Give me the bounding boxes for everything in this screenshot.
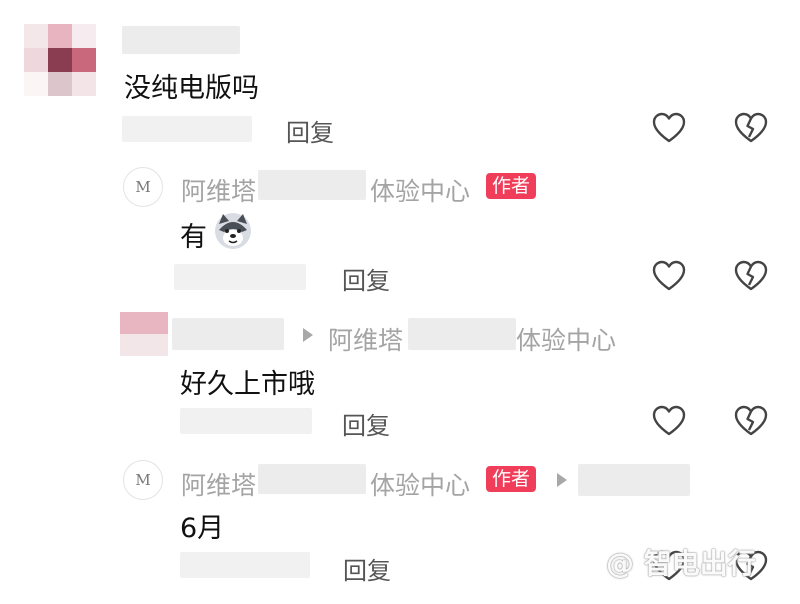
avatr-logo-glyph: M	[135, 178, 151, 196]
reply-to-suffix[interactable]: 体验中心	[516, 321, 616, 357]
reply-to-redacted[interactable]	[408, 318, 516, 350]
husky-dog-emoji	[214, 212, 252, 250]
broken-heart-icon[interactable]	[733, 403, 769, 439]
avatar[interactable]	[24, 24, 96, 96]
heart-outline-icon[interactable]	[651, 110, 687, 146]
heart-outline-icon[interactable]	[651, 258, 687, 294]
username-redacted[interactable]	[172, 318, 284, 350]
username-prefix[interactable]: 阿维塔	[181, 466, 256, 502]
reply-button[interactable]: 回复	[342, 261, 390, 296]
triangle-right-icon	[303, 328, 313, 342]
author-badge: 作者	[486, 466, 537, 492]
avatar[interactable]	[120, 312, 168, 356]
timestamp-redacted	[180, 552, 310, 578]
timestamp-redacted	[180, 408, 312, 434]
triangle-right-icon	[557, 473, 567, 487]
avatr-logo-glyph: M	[135, 471, 151, 489]
broken-heart-icon[interactable]	[733, 258, 769, 294]
username-redacted[interactable]	[122, 26, 240, 54]
comment-text: 好久上市哦	[180, 369, 315, 400]
reply-button[interactable]: 回复	[343, 551, 391, 586]
comment-text: 6月	[180, 513, 225, 544]
username-redacted[interactable]	[258, 170, 366, 200]
reply-button[interactable]: 回复	[286, 113, 334, 148]
author-badge: 作者	[486, 173, 537, 199]
reply-to-prefix[interactable]: 阿维塔	[328, 321, 403, 357]
username-suffix[interactable]: 体验中心	[370, 172, 470, 208]
heart-outline-icon[interactable]	[651, 403, 687, 439]
username-suffix[interactable]: 体验中心	[370, 466, 470, 502]
comment-text: 没纯电版吗	[124, 73, 259, 104]
reply-to-redacted[interactable]	[578, 464, 690, 496]
watermark: @ 智电出行	[606, 547, 756, 580]
username-redacted[interactable]	[258, 464, 366, 494]
reply-button[interactable]: 回复	[342, 406, 390, 441]
comment-text: 有	[180, 222, 207, 253]
username-prefix[interactable]: 阿维塔	[181, 172, 256, 208]
avatr-logo-avatar[interactable]: M	[123, 167, 163, 207]
avatr-logo-avatar[interactable]: M	[123, 460, 163, 500]
timestamp-redacted	[174, 264, 306, 290]
broken-heart-icon[interactable]	[733, 110, 769, 146]
timestamp-redacted	[122, 116, 252, 142]
